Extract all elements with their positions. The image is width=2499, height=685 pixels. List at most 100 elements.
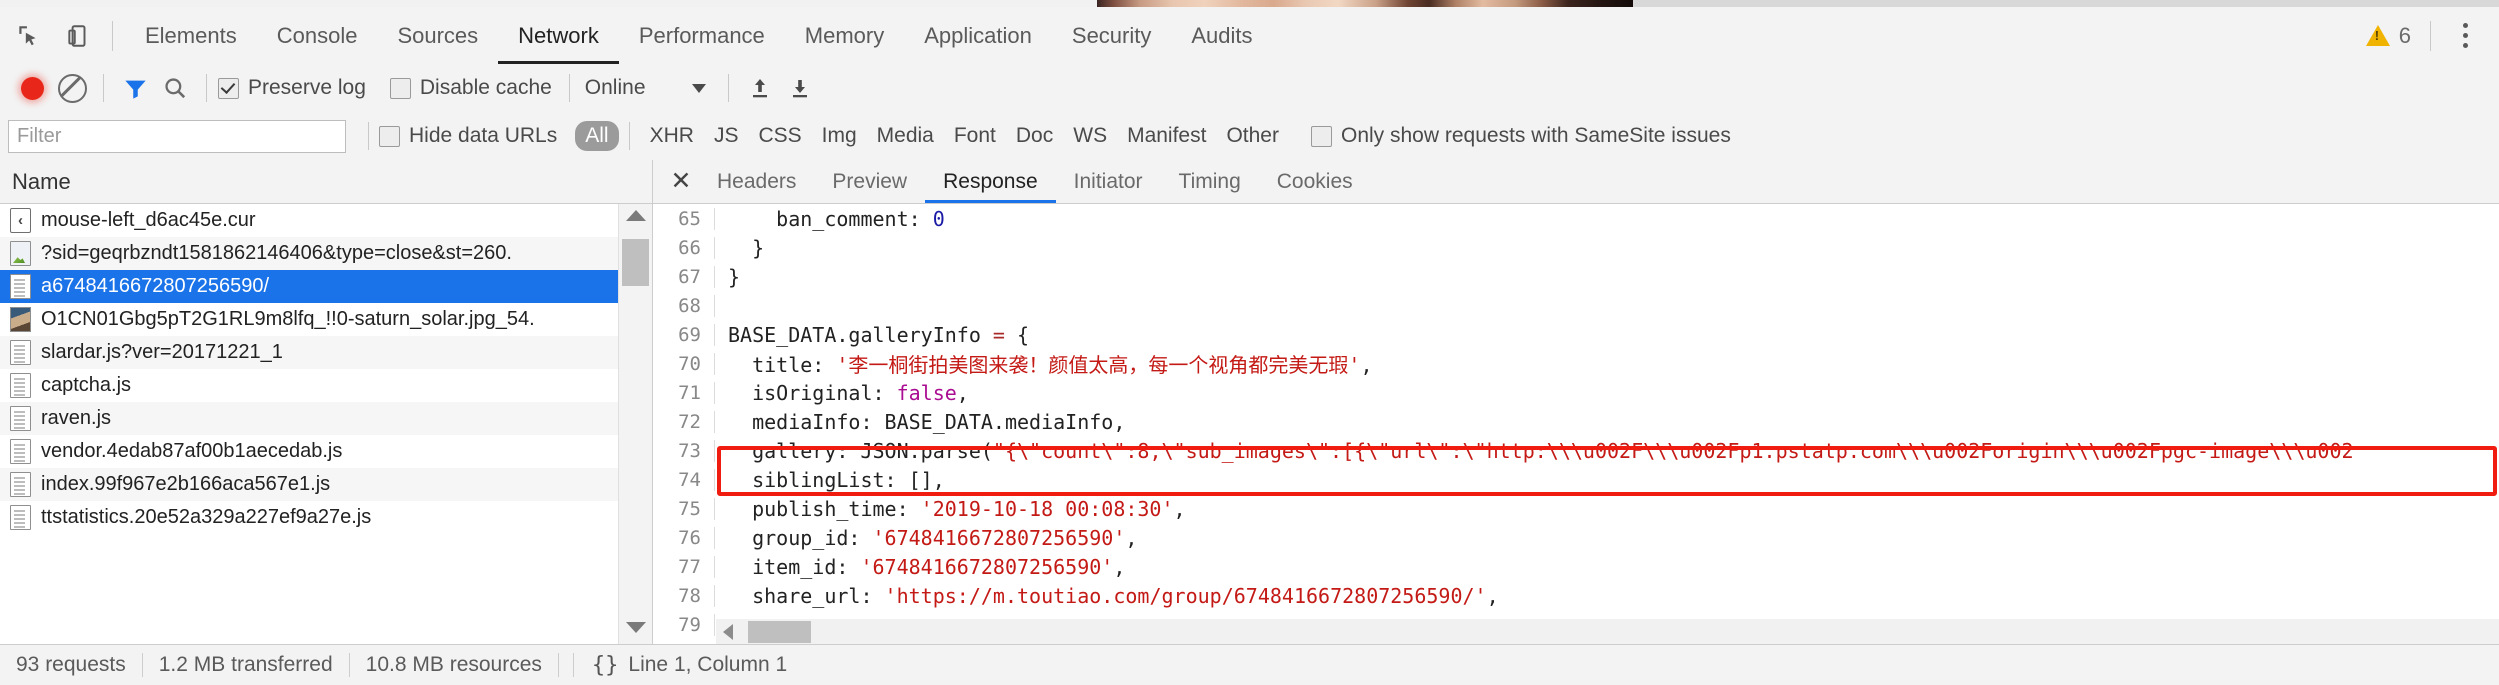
request-name: ?sid=geqrbzndt1581862146406&type=close&s… bbox=[41, 242, 512, 264]
device-toolbar-icon[interactable] bbox=[56, 14, 100, 58]
tab-response[interactable]: Response bbox=[925, 161, 1056, 203]
tab-performance[interactable]: Performance bbox=[619, 8, 785, 64]
scroll-up-arrow-icon[interactable] bbox=[625, 210, 646, 221]
filter-type-xhr[interactable]: XHR bbox=[640, 121, 704, 151]
filter-toggle-button[interactable] bbox=[115, 68, 155, 108]
chevron-down-icon bbox=[691, 83, 706, 93]
code-text: BASE_DATA.galleryInfo = { bbox=[728, 322, 1030, 347]
scroll-down-arrow-icon[interactable] bbox=[625, 622, 646, 633]
tab-cookies[interactable]: Cookies bbox=[1259, 161, 1371, 203]
script-file-icon bbox=[10, 505, 31, 530]
status-bar: 93 requests 1.2 MB transferred 10.8 MB r… bbox=[0, 644, 2499, 685]
line-number: 67 bbox=[653, 265, 715, 288]
requests-vertical-scrollbar[interactable] bbox=[618, 204, 652, 645]
kebab-menu-icon[interactable] bbox=[2445, 16, 2485, 56]
export-har-button[interactable] bbox=[780, 68, 820, 108]
code-text: item_id: '6748416672807256590', bbox=[728, 554, 1126, 579]
code-horizontal-scrollbar[interactable] bbox=[716, 619, 2499, 645]
filter-type-ws[interactable]: WS bbox=[1063, 121, 1117, 151]
disable-cache-checkbox[interactable] bbox=[389, 77, 411, 99]
code-line: 75 publish_time: '2019-10-18 00:08:30', bbox=[653, 494, 2499, 523]
tab-elements[interactable]: Elements bbox=[125, 8, 257, 64]
request-row-4[interactable]: slardar.js?ver=20171221_1 bbox=[0, 336, 652, 369]
devtools-tab-bar: Elements Console Sources Network Perform… bbox=[0, 7, 2499, 65]
filter-type-manifest[interactable]: Manifest bbox=[1117, 121, 1216, 151]
status-divider bbox=[557, 653, 559, 677]
search-button[interactable] bbox=[155, 68, 195, 108]
request-row-1[interactable]: ?sid=geqrbzndt1581862146406&type=close&s… bbox=[0, 237, 652, 270]
tab-memory[interactable]: Memory bbox=[785, 8, 904, 64]
hide-data-urls-checkbox[interactable] bbox=[379, 125, 400, 147]
tab-preview[interactable]: Preview bbox=[814, 161, 925, 203]
line-number: 74 bbox=[653, 468, 715, 491]
pretty-print-braces-icon[interactable]: {} bbox=[574, 653, 629, 678]
request-row-2[interactable]: a6748416672807256590/ bbox=[0, 270, 652, 303]
requests-name-column-header[interactable]: Name bbox=[0, 160, 652, 204]
request-row-8[interactable]: index.99f967e2b166aca567e1.js bbox=[0, 468, 652, 501]
tab-headers[interactable]: Headers bbox=[699, 161, 814, 203]
request-name: mouse-left_d6ac45e.cur bbox=[41, 209, 256, 231]
line-number: 78 bbox=[653, 584, 715, 607]
record-button[interactable] bbox=[12, 68, 52, 108]
filter-input[interactable] bbox=[8, 119, 346, 153]
tab-network[interactable]: Network bbox=[498, 8, 619, 64]
scroll-left-arrow-icon[interactable] bbox=[723, 624, 733, 640]
code-line: 73 gallery: JSON.parse("{\"count\":8,\"s… bbox=[653, 436, 2499, 465]
disable-cache-label: Disable cache bbox=[419, 76, 552, 99]
filter-type-other[interactable]: Other bbox=[1216, 121, 1289, 151]
code-text: } bbox=[728, 235, 765, 260]
tab-timing[interactable]: Timing bbox=[1161, 161, 1259, 203]
tab-initiator[interactable]: Initiator bbox=[1056, 161, 1161, 203]
filter-type-font[interactable]: Font bbox=[944, 121, 1006, 151]
filter-type-img[interactable]: Img bbox=[812, 121, 867, 151]
tab-security[interactable]: Security bbox=[1052, 8, 1171, 64]
filter-type-all[interactable]: All bbox=[575, 121, 619, 151]
inspect-element-icon[interactable] bbox=[6, 14, 50, 58]
samesite-toggle[interactable]: Only show requests with SameSite issues bbox=[1310, 124, 1731, 148]
tab-application[interactable]: Application bbox=[904, 8, 1052, 64]
samesite-checkbox[interactable] bbox=[1310, 125, 1332, 147]
filter-type-doc[interactable]: Doc bbox=[1006, 121, 1063, 151]
preserve-log-toggle[interactable]: Preserve log bbox=[218, 76, 366, 100]
code-text: publish_time: '2019-10-18 00:08:30', bbox=[728, 496, 1186, 521]
preserve-log-label: Preserve log bbox=[248, 76, 366, 99]
throttling-select[interactable]: Online bbox=[581, 76, 706, 100]
warning-indicator[interactable]: 6 bbox=[2365, 20, 2441, 51]
request-row-5[interactable]: captcha.js bbox=[0, 369, 652, 402]
code-line: 70 title: '李一桐街拍美图来袭！颜值太高，每一个视角都完美无瑕', bbox=[653, 349, 2499, 378]
tab-sources[interactable]: Sources bbox=[377, 8, 498, 64]
code-text: group_id: '6748416672807256590', bbox=[728, 525, 1138, 550]
toolbar-divider bbox=[206, 74, 207, 102]
request-row-9[interactable]: ttstatistics.20e52a329a227ef9a27e.js bbox=[0, 501, 652, 534]
request-row-3[interactable]: O1CN01Gbg5pT2G1RL9m8lfq_!!0-saturn_solar… bbox=[0, 303, 652, 336]
filter-type-media[interactable]: Media bbox=[867, 121, 944, 151]
status-requests: 93 requests bbox=[16, 653, 126, 676]
toolbar-divider bbox=[2430, 20, 2431, 51]
close-icon[interactable]: ✕ bbox=[663, 164, 699, 200]
filter-type-css[interactable]: CSS bbox=[748, 121, 811, 151]
script-file-icon bbox=[10, 373, 31, 398]
warning-count: 6 bbox=[2398, 22, 2411, 48]
request-row-7[interactable]: vendor.4edab87af00b1aecedab.js bbox=[0, 435, 652, 468]
back-arrow-icon: ‹ bbox=[10, 208, 31, 233]
request-row-6[interactable]: raven.js bbox=[0, 402, 652, 435]
import-har-button[interactable] bbox=[740, 68, 780, 108]
filter-type-js[interactable]: JS bbox=[704, 121, 749, 151]
request-row-0[interactable]: ‹ mouse-left_d6ac45e.cur bbox=[0, 204, 652, 237]
preserve-log-checkbox[interactable] bbox=[218, 77, 239, 99]
hide-data-urls-toggle[interactable]: Hide data URLs bbox=[379, 124, 557, 148]
tab-console[interactable]: Console bbox=[257, 8, 378, 64]
scrollbar-thumb[interactable] bbox=[622, 239, 649, 286]
code-line: 78 share_url: 'https://m.toutiao.com/gro… bbox=[653, 581, 2499, 610]
disable-cache-toggle[interactable]: Disable cache bbox=[389, 76, 552, 100]
script-file-icon bbox=[10, 439, 31, 464]
network-toolbar: Preserve log Disable cache Online bbox=[0, 64, 2499, 113]
export-har-icon bbox=[792, 80, 807, 98]
code-line: 67} bbox=[653, 262, 2499, 291]
tab-audits[interactable]: Audits bbox=[1171, 8, 1272, 64]
scrollbar-thumb[interactable] bbox=[748, 621, 811, 643]
response-code-view[interactable]: 65 ban_comment: 0 66 } 67} 68 69 BASE_DATA.ga… bbox=[653, 204, 2499, 645]
cursor-position: Line 1, Column 1 bbox=[628, 653, 788, 676]
line-number: 77 bbox=[653, 555, 715, 578]
clear-button[interactable] bbox=[52, 68, 92, 108]
